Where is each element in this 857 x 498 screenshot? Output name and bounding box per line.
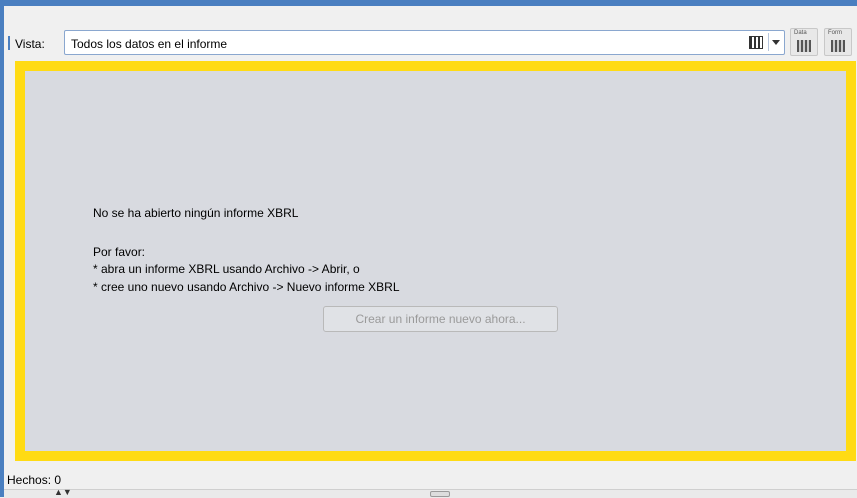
- grid-icon: [749, 36, 763, 49]
- data-view-caption: Data: [794, 30, 807, 36]
- instruction-new: * cree uno nuevo usando Archivo -> Nuevo…: [93, 280, 400, 294]
- window-left-border: [0, 6, 4, 497]
- create-report-button[interactable]: Crear un informe nuevo ahora...: [323, 306, 558, 332]
- table-icon: [797, 40, 811, 52]
- view-select-value: Todos los datos en el informe: [71, 37, 228, 51]
- empty-report-panel: No se ha abierto ningún informe XBRL Por…: [15, 61, 856, 461]
- form-icon: [831, 40, 845, 52]
- empty-report-message: No se ha abierto ningún informe XBRL: [93, 206, 299, 220]
- instruction-open: * abra un informe XBRL usando Archivo ->…: [93, 262, 360, 276]
- form-view-caption: Form: [828, 30, 842, 36]
- form-view-button[interactable]: Form: [824, 28, 852, 56]
- facts-count: Hechos: 0: [7, 473, 62, 487]
- data-view-button[interactable]: Data: [790, 28, 818, 56]
- view-select[interactable]: Todos los datos en el informe: [64, 30, 785, 55]
- view-toolbar: Vista: Todos los datos en el informe Dat…: [4, 6, 857, 58]
- scrollbar-handle[interactable]: [430, 491, 450, 497]
- chevron-down-icon[interactable]: [768, 33, 782, 51]
- instructions-heading: Por favor:: [93, 245, 146, 259]
- view-label: Vista:: [15, 37, 45, 51]
- splitter-arrows-icon[interactable]: ▲▼: [54, 487, 72, 497]
